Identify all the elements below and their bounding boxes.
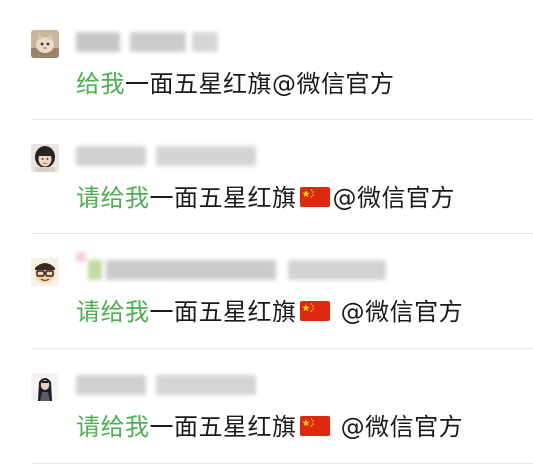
comment-text: 请给我一面五星红旗 @微信官方 <box>76 178 455 218</box>
divider <box>31 463 533 464</box>
blurred-username <box>288 260 386 280</box>
blurred-username <box>156 146 256 166</box>
blurred-username <box>76 252 86 262</box>
blurred-username <box>76 146 146 166</box>
comment-keyword: 请给我 <box>76 298 150 326</box>
longhair-avatar-icon[interactable] <box>31 373 59 401</box>
comment-body: 一面五星红旗 <box>149 413 297 441</box>
comment-body: 一面五星红旗 <box>149 184 297 212</box>
china-flag-icon <box>299 187 330 207</box>
comment-feed: 给我一面五星红旗@微信官方 请给我一面五星红旗 @微信官方 请给我一面五星红旗 … <box>0 0 533 471</box>
blurred-username <box>88 260 102 280</box>
mention-wechat[interactable]: @微信官方 <box>333 298 464 326</box>
china-flag-icon <box>299 301 330 321</box>
blurred-username <box>192 32 218 52</box>
comment-body: 一面五星红旗@微信官方 <box>125 70 395 98</box>
comment-item: 请给我一面五星红旗 @微信官方 <box>0 347 533 462</box>
comment-text: 请给我一面五星红旗 @微信官方 <box>76 407 463 447</box>
blurred-username <box>156 375 256 395</box>
cat-avatar-icon[interactable] <box>31 30 59 58</box>
girl-avatar-icon[interactable] <box>31 144 59 172</box>
blurred-username <box>130 32 186 52</box>
china-flag-icon <box>299 416 330 436</box>
comment-item: 请给我一面五星红旗 @微信官方 <box>0 232 533 347</box>
blurred-username <box>106 260 276 280</box>
comment-keyword: 给我 <box>76 70 125 98</box>
mention-wechat[interactable]: @微信官方 <box>333 413 464 441</box>
blurred-username <box>76 32 120 52</box>
comment-keyword: 请给我 <box>76 413 150 441</box>
comment-item: 请给我一面五星红旗 @微信官方 <box>0 118 533 233</box>
mention-wechat[interactable]: @微信官方 <box>333 184 456 212</box>
comment-body: 一面五星红旗 <box>149 298 297 326</box>
comment-keyword: 请给我 <box>76 184 150 212</box>
comment-text: 请给我一面五星红旗 @微信官方 <box>76 292 463 332</box>
comment-item: 给我一面五星红旗@微信官方 <box>0 4 533 119</box>
blurred-username <box>76 375 146 395</box>
comment-text: 给我一面五星红旗@微信官方 <box>76 64 395 104</box>
cartoon-glasses-avatar-icon[interactable] <box>31 258 59 286</box>
